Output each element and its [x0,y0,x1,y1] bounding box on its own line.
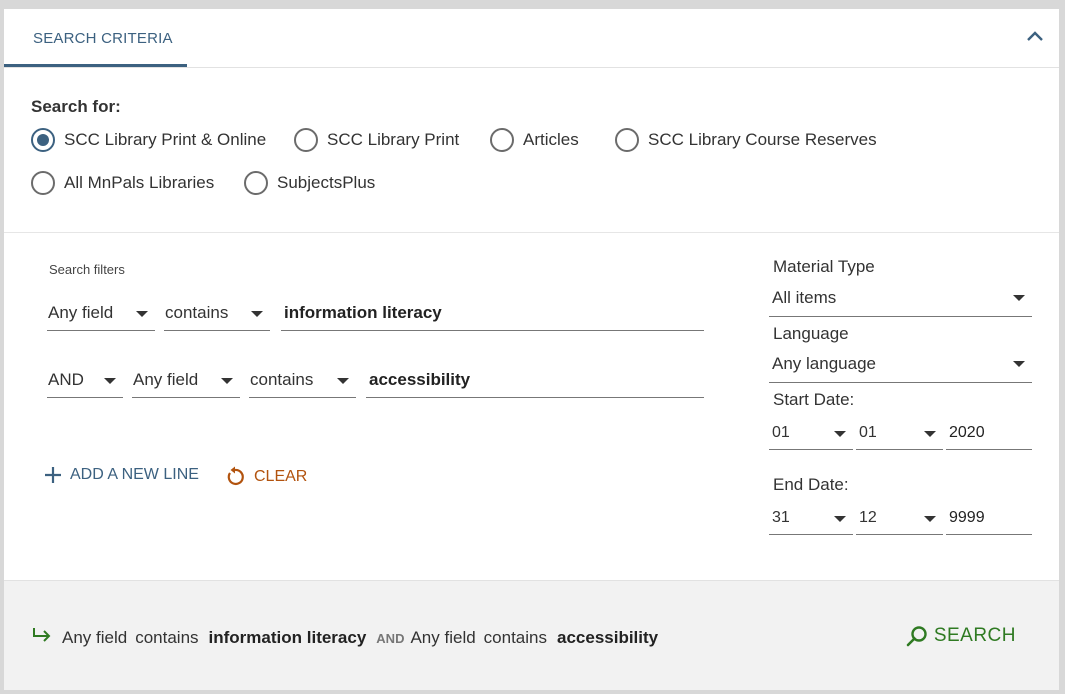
search-criteria-panel: SEARCH CRITERIA Search for: SCC Library … [4,9,1059,690]
scope-label: SCC Library Print [327,130,460,149]
summary-precision: contains [483,628,547,647]
dropdown-arrow-icon [221,378,233,384]
dropdown-arrow-icon [1013,361,1025,367]
material-type-select[interactable]: All items [769,287,1032,317]
return-arrow-icon [32,627,52,648]
line1-field-select[interactable]: Any field [47,303,155,331]
year-value: 9999 [949,509,985,526]
radio-unselected-icon [615,128,639,152]
dropdown-arrow-icon [834,431,846,437]
line2-precision-select[interactable]: contains [249,370,356,398]
line2-query-input[interactable]: accessibility [366,370,704,398]
scope-label: Articles [523,130,579,149]
select-value: 01 [859,424,877,441]
search-button[interactable]: SEARCH [906,625,1016,647]
add-new-line-label: ADD A NEW LINE [70,466,199,483]
dropdown-arrow-icon [251,311,263,317]
dropdown-arrow-icon [104,378,116,384]
select-value: 12 [859,509,877,526]
radio-unselected-icon [244,171,268,195]
start-month-select[interactable]: 01 [856,420,943,450]
dropdown-arrow-icon [337,378,349,384]
select-value: AND [48,370,84,389]
scope-radio-scc-print[interactable]: SCC Library Print [294,128,459,152]
search-icon [906,626,927,647]
language-select[interactable]: Any language [769,353,1032,383]
end-day-select[interactable]: 31 [769,505,853,535]
select-value: contains [165,303,229,322]
search-label: SEARCH [933,625,1016,646]
line1-precision-select[interactable]: contains [164,303,270,331]
line1-query-input[interactable]: information literacy [281,303,704,331]
dropdown-arrow-icon [924,516,936,522]
panel-header: SEARCH CRITERIA [4,9,1059,68]
summary-field: Any field [62,628,128,647]
select-value: Any field [133,370,199,389]
search-for-label: Search for: [31,97,121,116]
select-value: 31 [772,509,790,526]
scope-radio-course-reserves[interactable]: SCC Library Course Reserves [615,128,877,152]
chevron-up-icon[interactable] [1025,27,1045,47]
plus-icon [45,467,61,483]
end-month-select[interactable]: 12 [856,505,943,535]
line2-field-select[interactable]: Any field [132,370,240,398]
radio-unselected-icon [294,128,318,152]
start-year-input[interactable]: 2020 [946,420,1032,450]
add-new-line-button[interactable]: ADD A NEW LINE [44,466,199,484]
radio-unselected-icon [31,171,55,195]
select-value: All items [772,288,837,307]
dropdown-arrow-icon [136,311,148,317]
start-day-select[interactable]: 01 [769,420,853,450]
query-summary: Any field contains information literacy … [32,627,668,648]
clear-button[interactable]: CLEAR [224,466,307,488]
reset-icon [227,466,244,486]
year-value: 2020 [949,424,985,441]
query-value: information literacy [284,303,442,322]
scope-radio-articles[interactable]: Articles [490,128,579,152]
summary-field: Any field [410,628,476,647]
scope-label: SubjectsPlus [277,173,376,192]
line2-operator-select[interactable]: AND [47,370,123,398]
dropdown-arrow-icon [924,431,936,437]
search-filters-label: Search filters [49,262,125,277]
summary-operator: AND [376,631,405,646]
start-date-label: Start Date: [773,390,855,409]
scope-label: SCC Library Print & Online [64,130,267,149]
radio-unselected-icon [490,128,514,152]
select-value: Any language [772,354,876,373]
summary-value: information literacy [208,628,367,647]
scope-label: SCC Library Course Reserves [648,130,877,149]
select-value: 01 [772,424,790,441]
dropdown-arrow-icon [1013,295,1025,301]
radio-selected-icon [31,128,55,152]
summary-value: accessibility [557,628,659,647]
section-divider [4,232,1059,233]
scope-radio-subjectsplus[interactable]: SubjectsPlus [244,171,375,195]
dropdown-arrow-icon [834,516,846,522]
select-value: Any field [48,303,114,322]
query-value: accessibility [369,370,471,389]
scope-radio-scc-print-online[interactable]: SCC Library Print & Online [31,128,266,152]
scope-radio-all-mnpals[interactable]: All MnPals Libraries [31,171,214,195]
end-date-label: End Date: [773,475,849,494]
tab-search-criteria[interactable]: SEARCH CRITERIA [4,9,187,67]
select-value: contains [250,370,314,389]
summary-precision: contains [135,628,199,647]
material-type-label: Material Type [773,257,875,276]
query-summary-bar: Any field contains information literacy … [4,580,1059,690]
scope-label: All MnPals Libraries [64,173,215,192]
language-label: Language [773,324,849,343]
clear-label: CLEAR [254,468,308,485]
end-year-input[interactable]: 9999 [946,505,1032,535]
